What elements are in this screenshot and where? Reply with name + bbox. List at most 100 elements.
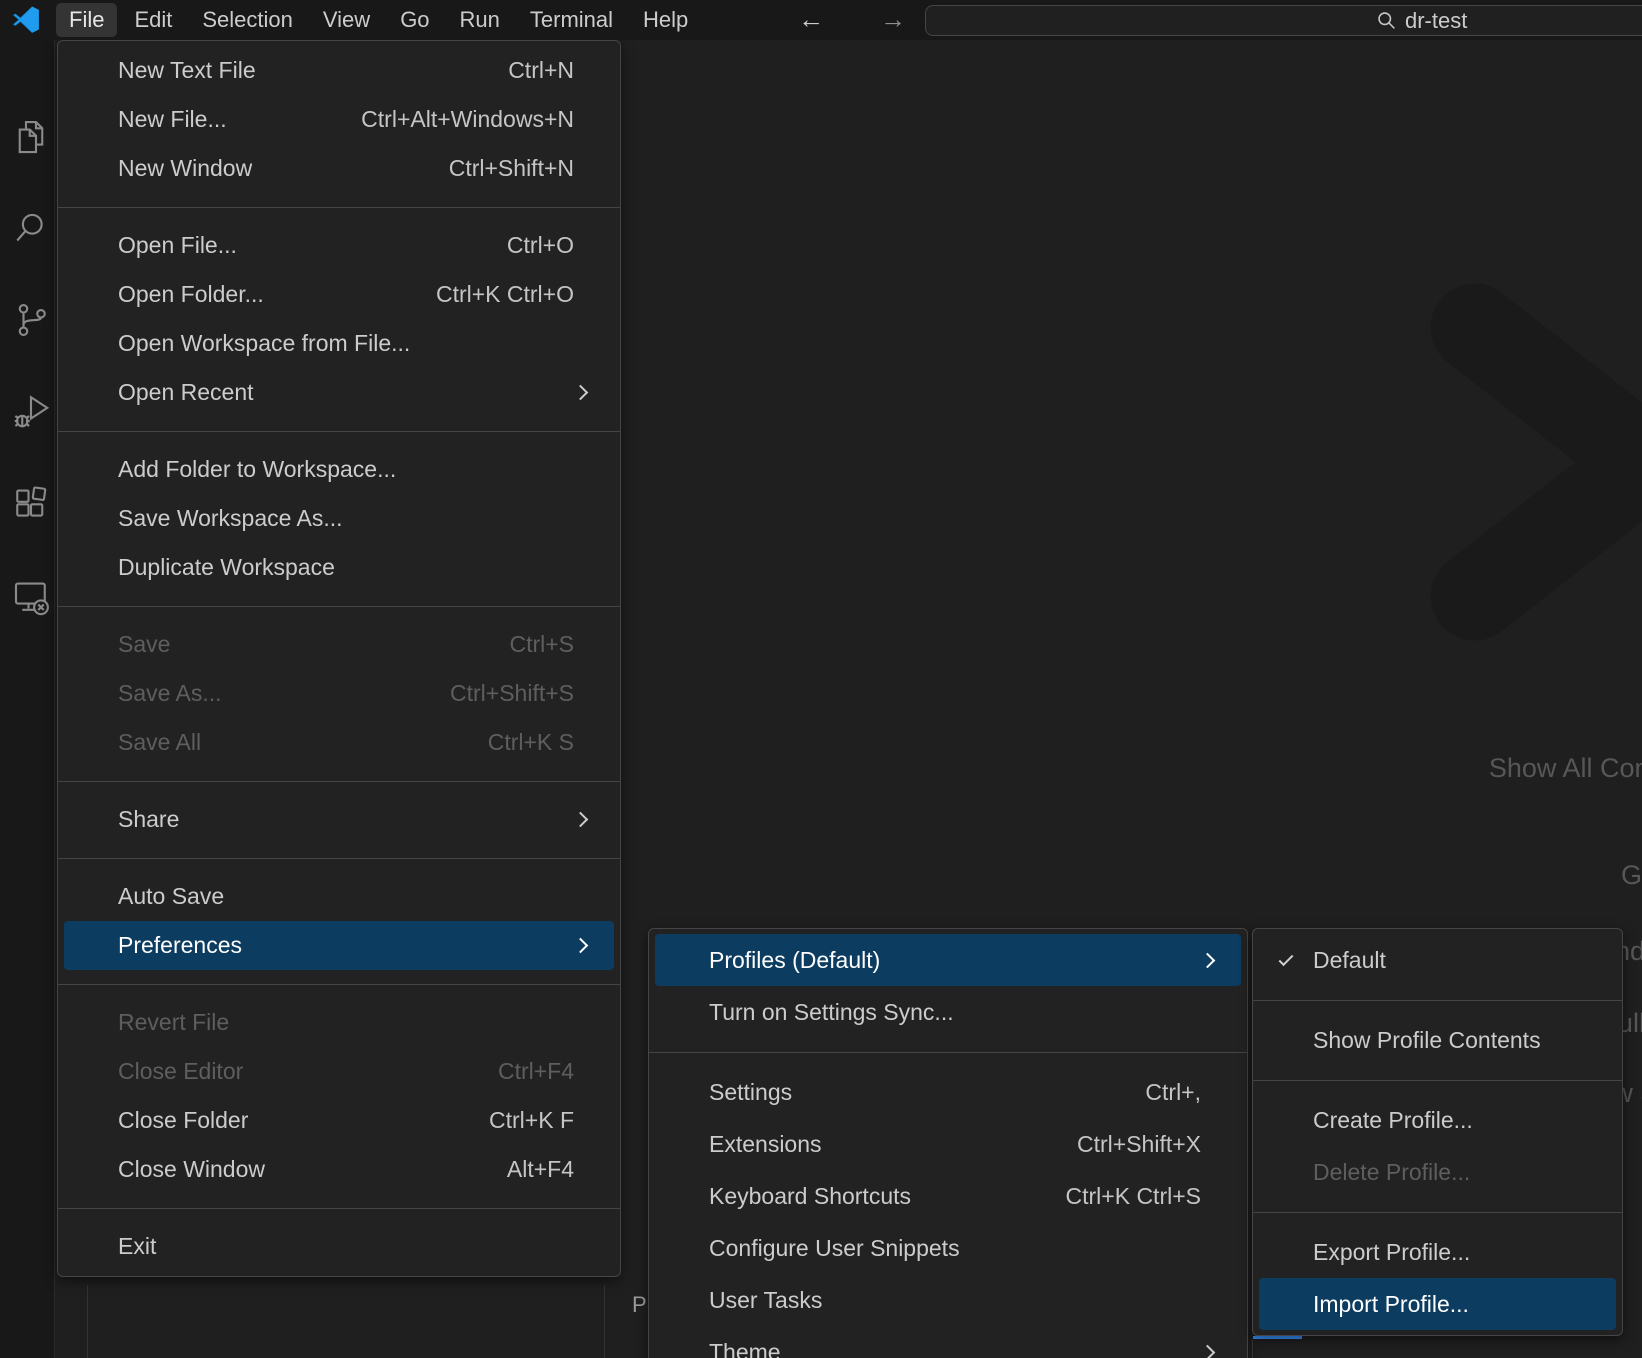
menu-item-open-file[interactable]: Open File...Ctrl+O <box>64 221 614 270</box>
menu-item-shortcut: Ctrl+, <box>1145 1079 1227 1106</box>
chevron-right-icon <box>1200 952 1216 968</box>
title-bar: FileEditSelectionViewGoRunTerminalHelp ←… <box>0 0 1642 40</box>
profiles-submenu: Default Show Profile Contents Create Profi… <box>1252 928 1623 1336</box>
menu-item-label: Duplicate Workspace <box>118 554 335 581</box>
menu-item-extensions[interactable]: Extensions Ctrl+Shift+X <box>655 1118 1241 1170</box>
menu-item-exit[interactable]: Exit <box>64 1222 614 1271</box>
menu-item-close-window[interactable]: Close Window Alt+F4 <box>64 1145 614 1194</box>
menu-item-add-folder-to-workspace[interactable]: Add Folder to Workspace... <box>64 445 614 494</box>
menu-separator <box>58 1208 620 1209</box>
menu-item-default[interactable]: Default <box>1259 934 1616 986</box>
chevron-right-icon <box>1200 1344 1216 1358</box>
menu-item-shortcut: Ctrl+K Ctrl+O <box>436 281 600 308</box>
menu-item-preferences[interactable]: Preferences <box>64 921 614 970</box>
explorer-icon[interactable] <box>11 117 51 157</box>
menu-separator <box>58 431 620 432</box>
menu-item-shortcut: Ctrl+K S <box>488 729 600 756</box>
menu-item-label: Keyboard Shortcuts <box>709 1183 911 1210</box>
watermark-line-go-to-file: Go to File <box>1621 860 1642 891</box>
menu-item-label: Auto Save <box>118 883 224 910</box>
menu-item-shortcut: Ctrl+Shift+X <box>1077 1131 1227 1158</box>
menu-item-label: User Tasks <box>709 1287 822 1314</box>
menu-item-label: Close Window <box>118 1156 265 1183</box>
menu-item-new-text-file[interactable]: New Text FileCtrl+N <box>64 46 614 95</box>
navigate-back-icon[interactable]: ← <box>798 0 824 40</box>
menu-item-new-file[interactable]: New File...Ctrl+Alt+Windows+N <box>64 95 614 144</box>
menu-item-label: Open Folder... <box>118 281 264 308</box>
menu-item-label: Turn on Settings Sync... <box>709 999 954 1026</box>
menubar-item-run[interactable]: Run <box>447 3 513 37</box>
extensions-icon[interactable] <box>11 483 51 523</box>
menu-item-keyboard-shortcuts[interactable]: Keyboard Shortcuts Ctrl+K Ctrl+S <box>655 1170 1241 1222</box>
navigate-forward-icon[interactable]: → <box>880 0 906 40</box>
menu-item-export-profile[interactable]: Export Profile... <box>1259 1226 1616 1278</box>
menu-item-show-profile-contents[interactable]: Show Profile Contents <box>1259 1014 1616 1066</box>
source-control-icon[interactable] <box>11 300 51 340</box>
menubar-item-edit[interactable]: Edit <box>121 3 185 37</box>
menu-item-auto-save[interactable]: Auto Save <box>64 872 614 921</box>
menu-item-label: Open Workspace from File... <box>118 330 410 357</box>
menu-item-shortcut: Ctrl+K Ctrl+S <box>1066 1183 1227 1210</box>
menu-item-user-tasks[interactable]: User Tasks <box>655 1274 1241 1326</box>
menu-bar: FileEditSelectionViewGoRunTerminalHelp <box>54 0 703 40</box>
menu-item-profiles-default[interactable]: Profiles (Default) <box>655 934 1241 986</box>
menu-item-shortcut: Ctrl+F4 <box>498 1058 600 1085</box>
preferences-submenu: Profiles (Default) Turn on Settings Sync.… <box>648 928 1248 1358</box>
menubar-item-terminal[interactable]: Terminal <box>517 3 626 37</box>
menu-item-label: Import Profile... <box>1313 1291 1469 1318</box>
run-and-debug-icon[interactable] <box>11 391 51 431</box>
menu-item-label: Create Profile... <box>1313 1107 1473 1134</box>
focused-link-underline <box>1253 1336 1302 1339</box>
menu-item-open-folder[interactable]: Open Folder... Ctrl+K Ctrl+O <box>64 270 614 319</box>
menu-item-label: Preferences <box>118 932 242 959</box>
menu-item-save: SaveCtrl+S <box>64 620 614 669</box>
menu-item-close-folder[interactable]: Close FolderCtrl+K F <box>64 1096 614 1145</box>
vscode-window: Show All CommandsGo to FileFind in Files… <box>0 0 1642 1358</box>
menu-separator <box>58 207 620 208</box>
search-icon[interactable] <box>11 208 51 248</box>
watermark-line-show-all-commands: Show All Commands <box>1489 753 1642 784</box>
check-icon <box>1279 951 1294 966</box>
menu-item-label: Save Workspace As... <box>118 505 343 532</box>
menu-item-settings[interactable]: Settings Ctrl+, <box>655 1066 1241 1118</box>
menu-item-import-profile[interactable]: Import Profile... <box>1259 1278 1616 1330</box>
menu-item-label: Configure User Snippets <box>709 1235 960 1262</box>
menubar-item-help[interactable]: Help <box>630 3 701 37</box>
menu-item-label: Delete Profile... <box>1313 1159 1470 1186</box>
menu-item-label: Save As... <box>118 680 222 707</box>
menubar-item-file[interactable]: File <box>56 3 117 37</box>
menu-item-share[interactable]: Share <box>64 795 614 844</box>
menubar-item-view[interactable]: View <box>310 3 383 37</box>
menu-item-label: Open File... <box>118 232 237 259</box>
menu-item-label: Settings <box>709 1079 792 1106</box>
menu-item-shortcut: Ctrl+Shift+N <box>449 155 600 182</box>
menu-item-new-window[interactable]: New WindowCtrl+Shift+N <box>64 144 614 193</box>
menu-separator <box>1253 1000 1622 1001</box>
menu-item-shortcut: Alt+F4 <box>507 1156 600 1183</box>
menu-item-label: New File... <box>118 106 227 133</box>
remote-explorer-icon[interactable] <box>11 576 51 616</box>
menubar-item-go[interactable]: Go <box>387 3 442 37</box>
menu-item-shortcut: Ctrl+N <box>508 57 600 84</box>
command-center-text: dr-test <box>1405 8 1467 34</box>
menu-item-label: Extensions <box>709 1131 822 1158</box>
menu-item-theme[interactable]: Theme <box>655 1326 1241 1358</box>
command-center[interactable]: dr-test <box>925 5 1642 36</box>
menu-item-label: Save All <box>118 729 201 756</box>
menu-item-label: Exit <box>118 1233 156 1260</box>
menubar-item-selection[interactable]: Selection <box>189 3 306 37</box>
menu-item-save-workspace-as[interactable]: Save Workspace As... <box>64 494 614 543</box>
menu-item-open-recent[interactable]: Open Recent <box>64 368 614 417</box>
menu-separator <box>58 606 620 607</box>
menu-item-label: Share <box>118 806 179 833</box>
menu-item-label: Default <box>1313 947 1386 974</box>
menu-item-open-workspace-from-file[interactable]: Open Workspace from File... <box>64 319 614 368</box>
menu-separator <box>58 781 620 782</box>
menu-item-configure-user-snippets[interactable]: Configure User Snippets <box>655 1222 1241 1274</box>
menu-item-turn-on-settings-sync[interactable]: Turn on Settings Sync... <box>655 986 1241 1038</box>
menu-item-duplicate-workspace[interactable]: Duplicate Workspace <box>64 543 614 592</box>
menu-item-shortcut: Ctrl+Shift+S <box>450 680 600 707</box>
menu-item-delete-profile: Delete Profile... <box>1259 1146 1616 1198</box>
menu-item-label: Profiles (Default) <box>709 947 880 974</box>
menu-item-create-profile[interactable]: Create Profile... <box>1259 1094 1616 1146</box>
